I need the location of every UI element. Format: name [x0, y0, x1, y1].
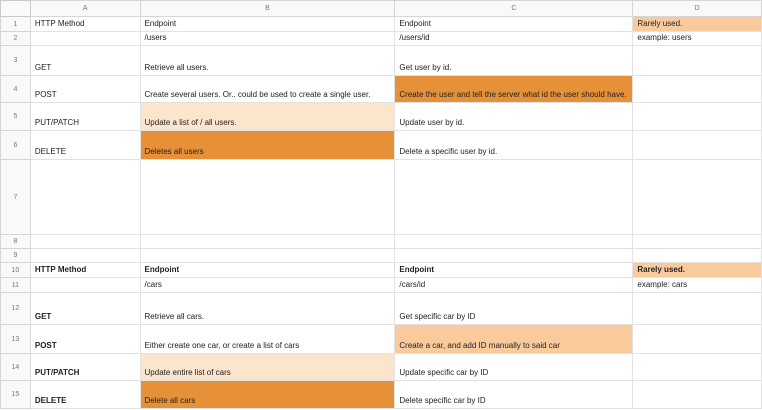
column-header-b[interactable]: B: [139, 0, 396, 17]
cell-a13[interactable]: POST: [29, 324, 141, 354]
table-row: 2 /users /users/id example: users: [0, 31, 762, 46]
cell-c13[interactable]: Create a car, and add ID manually to sai…: [394, 324, 634, 354]
spreadsheet-grid: A B C D 1 HTTP Method Endpoint Endpoint …: [0, 0, 762, 409]
cell-a15[interactable]: DELETE: [29, 380, 141, 409]
cell-a7[interactable]: [29, 159, 141, 235]
cell-d6[interactable]: [632, 130, 762, 160]
row-header[interactable]: 2: [0, 31, 31, 46]
table-row: 11 /cars /cars/id example: cars: [0, 277, 762, 293]
cell-d2[interactable]: example: users: [632, 31, 762, 46]
column-header-a[interactable]: A: [29, 0, 141, 17]
cell-b2[interactable]: /users: [139, 31, 396, 46]
cell-c5[interactable]: Update user by id.: [394, 102, 634, 131]
cell-b10[interactable]: Endpoint: [139, 262, 396, 278]
cell-a9[interactable]: [29, 248, 141, 263]
row-header[interactable]: 14: [0, 353, 31, 381]
cell-a10[interactable]: HTTP Method: [29, 262, 141, 278]
cell-c9[interactable]: [394, 248, 634, 263]
row-header[interactable]: 11: [0, 277, 31, 293]
table-row: 1 HTTP Method Endpoint Endpoint Rarely u…: [0, 16, 762, 32]
cell-a12[interactable]: GET: [29, 292, 141, 325]
cell-c4[interactable]: Create the user and tell the server what…: [394, 75, 634, 103]
cell-a6[interactable]: DELETE: [29, 130, 141, 160]
cell-b7[interactable]: [139, 159, 396, 235]
cell-b13[interactable]: Either create one car, or create a list …: [139, 324, 396, 354]
cell-b5[interactable]: Update a list of / all users.: [139, 102, 396, 131]
row-header[interactable]: 4: [0, 75, 31, 103]
row-header[interactable]: 9: [0, 248, 31, 263]
cell-d3[interactable]: [632, 45, 762, 76]
table-row: 8: [0, 234, 762, 249]
cell-b9[interactable]: [139, 248, 396, 263]
cell-b4[interactable]: Create several users. Or.. could be used…: [139, 75, 396, 103]
table-row: 4 POST Create several users. Or.. could …: [0, 75, 762, 103]
cell-a2[interactable]: [29, 31, 141, 46]
table-row: 9: [0, 248, 762, 263]
cell-d4[interactable]: [632, 75, 762, 103]
column-header-row: A B C D: [0, 0, 762, 17]
row-header[interactable]: 5: [0, 102, 31, 131]
cell-a5[interactable]: PUT/PATCH: [29, 102, 141, 131]
cell-b8[interactable]: [139, 234, 396, 249]
table-row: 14 PUT/PATCH Update entire list of cars …: [0, 353, 762, 381]
cell-d1[interactable]: Rarely used.: [632, 16, 762, 32]
cell-a8[interactable]: [29, 234, 141, 249]
cell-b11[interactable]: /cars: [139, 277, 396, 293]
table-row: 5 PUT/PATCH Update a list of / all users…: [0, 102, 762, 131]
cell-d13[interactable]: [632, 324, 762, 354]
row-header[interactable]: 10: [0, 262, 31, 278]
table-row: 12 GET Retrieve all cars. Get specific c…: [0, 292, 762, 325]
column-header-c[interactable]: C: [394, 0, 634, 17]
column-header-d[interactable]: D: [632, 0, 762, 17]
cell-b15[interactable]: Delete all cars: [139, 380, 396, 409]
cell-b1[interactable]: Endpoint: [139, 16, 396, 32]
cell-c11[interactable]: /cars/id: [394, 277, 634, 293]
spreadsheet: A B C D 1 HTTP Method Endpoint Endpoint …: [0, 0, 762, 410]
cell-a11[interactable]: [29, 277, 141, 293]
cell-c3[interactable]: Get user by id.: [394, 45, 634, 76]
cell-d9[interactable]: [632, 248, 762, 263]
cell-d10[interactable]: Rarely used.: [632, 262, 762, 278]
row-header[interactable]: 7: [0, 159, 31, 235]
cell-d5[interactable]: [632, 102, 762, 131]
cell-c14[interactable]: Update specific car by ID: [394, 353, 634, 381]
cell-c15[interactable]: Delete specific car by ID: [394, 380, 634, 409]
row-header[interactable]: 8: [0, 234, 31, 249]
cell-c8[interactable]: [394, 234, 634, 249]
cell-c1[interactable]: Endpoint: [394, 16, 634, 32]
cell-c2[interactable]: /users/id: [394, 31, 634, 46]
cell-a4[interactable]: POST: [29, 75, 141, 103]
cell-c7[interactable]: [394, 159, 634, 235]
table-row: 6 DELETE Deletes all users Delete a spec…: [0, 130, 762, 160]
cell-d7[interactable]: [632, 159, 762, 235]
cell-a14[interactable]: PUT/PATCH: [29, 353, 141, 381]
cell-c6[interactable]: Delete a specific user by id.: [394, 130, 634, 160]
row-header[interactable]: 3: [0, 45, 31, 76]
cell-d14[interactable]: [632, 353, 762, 381]
cell-d15[interactable]: [632, 380, 762, 409]
cell-c10[interactable]: Endpoint: [394, 262, 634, 278]
table-row: 10 HTTP Method Endpoint Endpoint Rarely …: [0, 262, 762, 278]
table-row: 3 GET Retrieve all users. Get user by id…: [0, 45, 762, 76]
table-row: 7: [0, 159, 762, 235]
row-header[interactable]: 6: [0, 130, 31, 160]
cell-b3[interactable]: Retrieve all users.: [139, 45, 396, 76]
row-header[interactable]: 12: [0, 292, 31, 325]
cell-b6[interactable]: Deletes all users: [139, 130, 396, 160]
cell-b12[interactable]: Retrieve all cars.: [139, 292, 396, 325]
row-header[interactable]: 1: [0, 16, 31, 32]
cell-d12[interactable]: [632, 292, 762, 325]
select-all-corner[interactable]: [0, 0, 31, 17]
row-header[interactable]: 13: [0, 324, 31, 354]
cell-d8[interactable]: [632, 234, 762, 249]
table-row: 13 POST Either create one car, or create…: [0, 324, 762, 354]
cell-b14[interactable]: Update entire list of cars: [139, 353, 396, 381]
row-header[interactable]: 15: [0, 380, 31, 409]
cell-c12[interactable]: Get specific car by ID: [394, 292, 634, 325]
cell-d11[interactable]: example: cars: [632, 277, 762, 293]
table-row: 15 DELETE Delete all cars Delete specifi…: [0, 380, 762, 409]
cell-a1[interactable]: HTTP Method: [29, 16, 141, 32]
cell-a3[interactable]: GET: [29, 45, 141, 76]
